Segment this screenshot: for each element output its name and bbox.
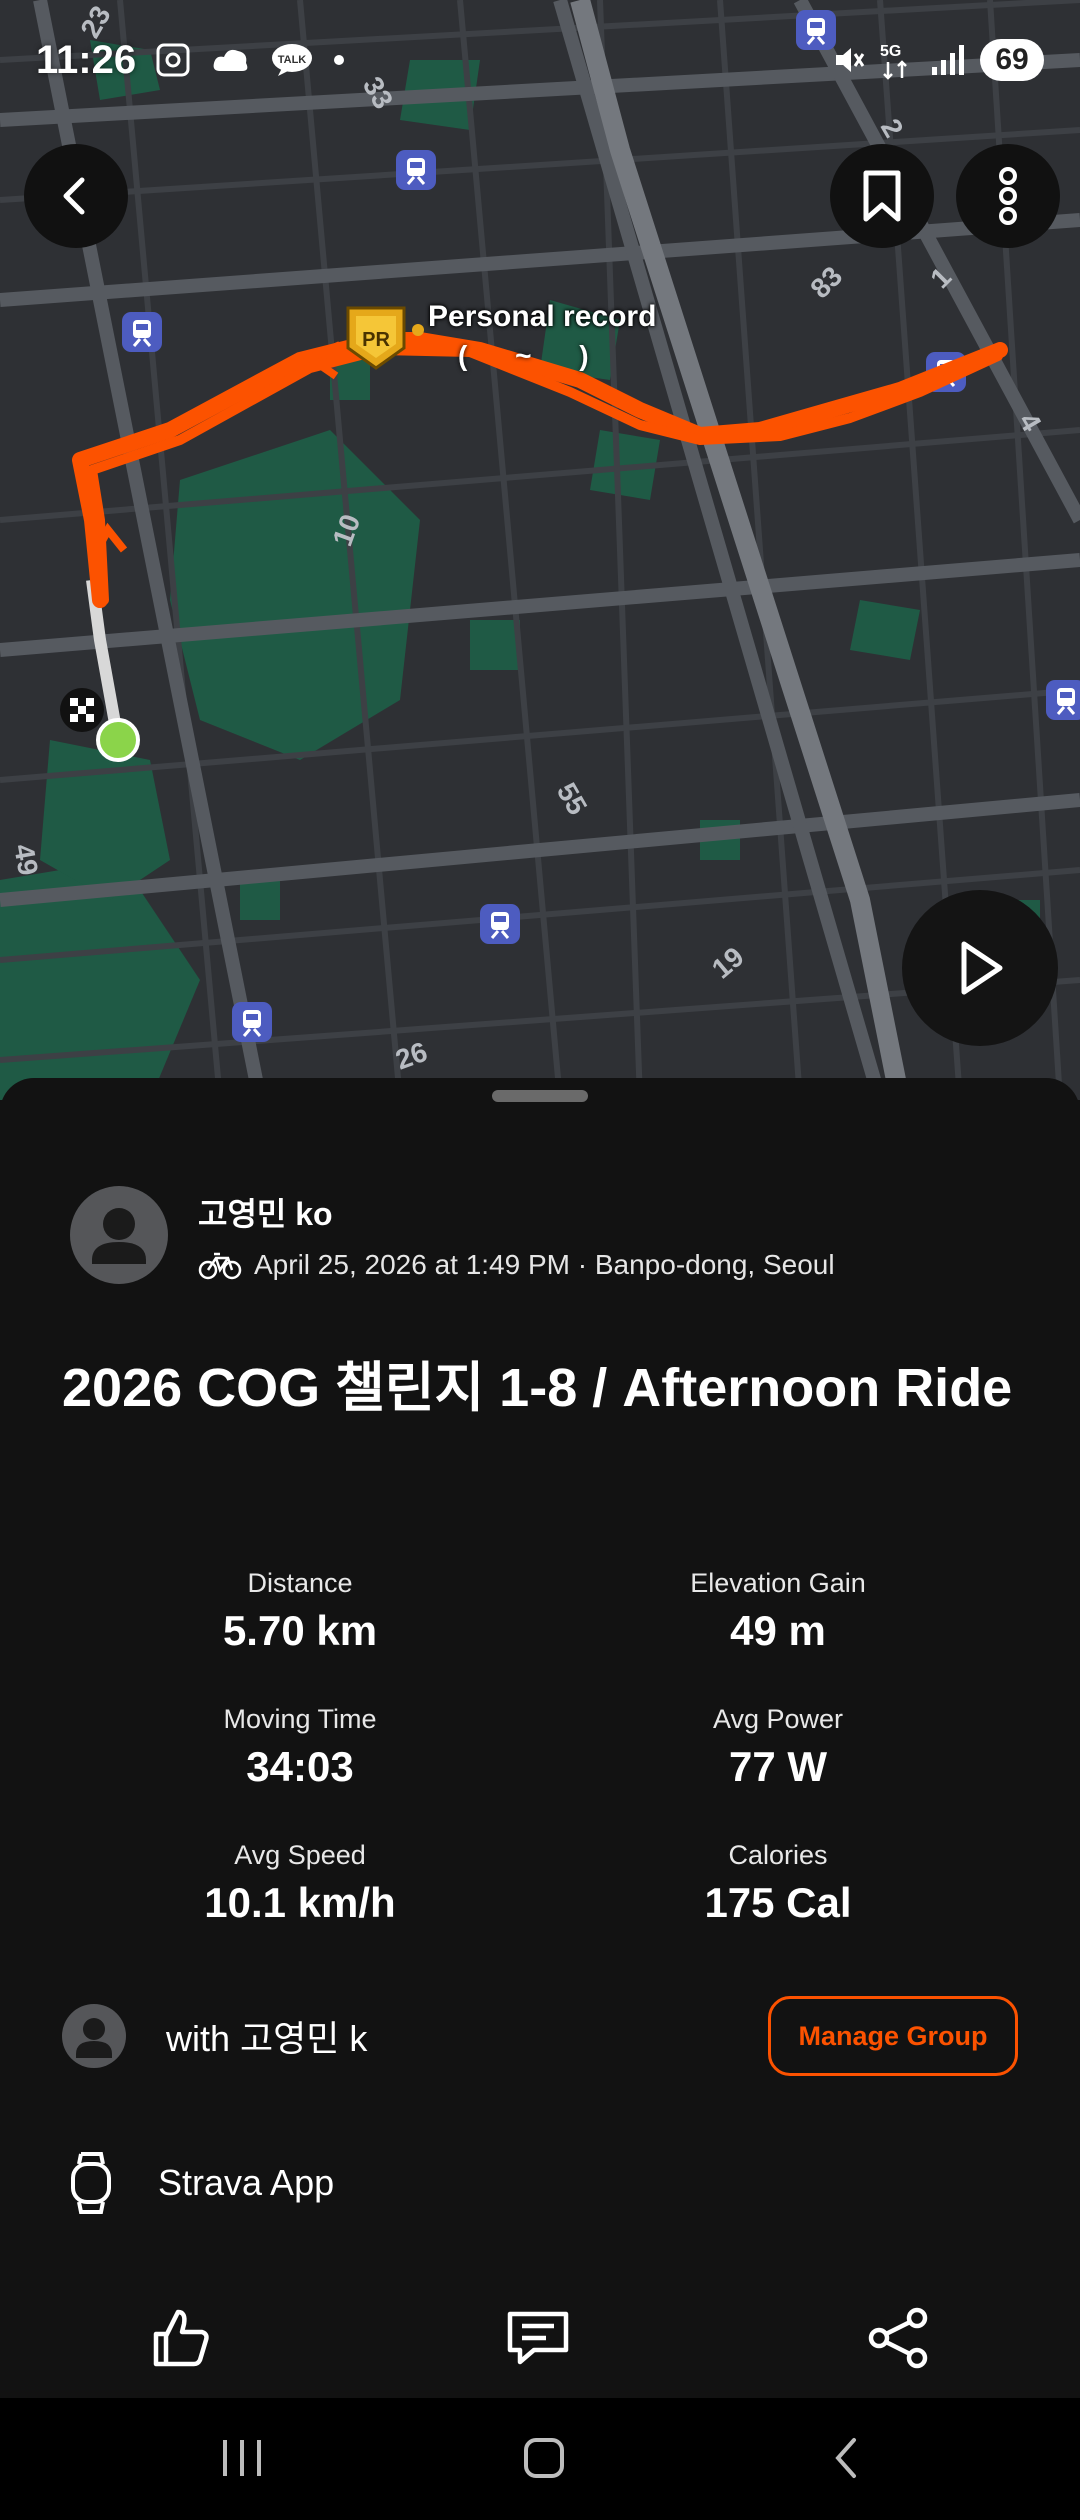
more-vertical-icon <box>999 167 1017 225</box>
stat-label: Avg Speed <box>234 1840 366 1870</box>
stat-elevation-gain: Elevation Gain 49 m <box>558 1568 998 1655</box>
athlete-header[interactable]: 고영민 ko April 25, 2026 at 1:49 PM · Banpo… <box>70 1186 835 1284</box>
home-icon <box>524 2438 564 2478</box>
status-time: 11:26 <box>36 37 137 82</box>
activity-date-location: April 25, 2026 at 1:49 PM · Banpo-dong, … <box>254 1249 835 1280</box>
play-flyover-button[interactable] <box>902 890 1058 1046</box>
finish-flag-icon <box>60 688 104 732</box>
stat-label: Moving Time <box>223 1704 377 1734</box>
activity-meta: April 25, 2026 at 1:49 PM · Banpo-dong, … <box>198 1249 835 1281</box>
stat-label: Calories <box>728 1840 828 1870</box>
svg-text:55: 55 <box>551 778 593 820</box>
stat-distance: Distance 5.70 km <box>80 1568 520 1655</box>
pr-dot-icon <box>412 324 424 336</box>
recent-apps-icon <box>223 2440 261 2476</box>
screenshot-icon <box>154 41 192 79</box>
talk-icon: TALK <box>270 42 314 78</box>
group-with-text[interactable]: with 고영민 k <box>166 2010 768 2062</box>
nav-back-button[interactable] <box>786 2418 906 2498</box>
dot-icon <box>332 53 346 67</box>
stat-label: Avg Power <box>712 1704 844 1734</box>
stat-moving-time: Moving Time 34:03 <box>80 1704 520 1791</box>
stat-label: Elevation Gain <box>690 1568 866 1598</box>
status-right: 5G 69 <box>830 39 1044 81</box>
svg-text:83: 83 <box>804 260 848 304</box>
svg-text:19: 19 <box>706 941 750 985</box>
station-icon <box>122 312 162 352</box>
route-map[interactable]: 23 33 2 83 1 4 10 55 19 26 49 PR Persona… <box>0 0 1080 1100</box>
stat-avg-power: Avg Power 77 W <box>558 1704 998 1791</box>
kudos-button[interactable] <box>130 2288 230 2388</box>
station-icon <box>396 150 436 190</box>
comment-icon <box>507 2311 569 2365</box>
mute-icon <box>830 42 866 78</box>
pr-badge-text: PR <box>362 329 390 351</box>
battery-icon: 69 <box>980 39 1044 81</box>
stat-value: 49 m <box>730 1607 826 1654</box>
weather-icon <box>210 43 252 77</box>
stat-label: Distance <box>247 1568 353 1598</box>
more-options-button[interactable] <box>956 144 1060 248</box>
group-activity-row: with 고영민 k Manage Group <box>62 1994 1018 2078</box>
start-marker-icon <box>96 718 140 762</box>
signal-icon <box>930 43 966 77</box>
stat-value: 77 W <box>728 1743 828 1790</box>
thumbs-up-icon <box>153 2309 209 2367</box>
person-icon <box>76 2018 112 2058</box>
personal-record-range: ( ~ ) <box>458 340 609 371</box>
stat-value: 34:03 <box>246 1743 354 1790</box>
stat-value: 10.1 km/h <box>204 1879 396 1926</box>
stat-avg-speed: Avg Speed 10.1 km/h <box>80 1840 520 1927</box>
share-button[interactable] <box>848 2288 948 2388</box>
status-left: 11:26 TALK <box>36 38 346 83</box>
activity-screen: 23 33 2 83 1 4 10 55 19 26 49 PR Persona… <box>0 0 1080 2520</box>
activity-detail-sheet: 고영민 ko April 25, 2026 at 1:49 PM · Banpo… <box>0 1078 1080 2398</box>
person-icon <box>92 1208 146 1264</box>
home-button[interactable] <box>484 2418 604 2498</box>
device-name: Strava App <box>158 2162 335 2203</box>
group-member-avatar[interactable] <box>62 2004 126 2068</box>
social-actions <box>0 2288 1080 2398</box>
stat-value: 5.70 km <box>222 1607 378 1654</box>
system-navigation-bar <box>0 2398 1080 2520</box>
network-5g-icon: 5G <box>880 40 916 80</box>
comment-button[interactable] <box>488 2288 588 2388</box>
back-button[interactable] <box>24 144 128 248</box>
stat-calories: Calories 175 Cal <box>558 1840 998 1927</box>
svg-text:TALK: TALK <box>278 54 307 66</box>
station-icon <box>1046 680 1080 720</box>
device-row: Strava App <box>66 2150 334 2216</box>
drag-handle[interactable] <box>492 1090 588 1102</box>
back-arrow-icon <box>63 177 85 215</box>
athlete-name[interactable]: 고영민 ko <box>198 1189 835 1235</box>
station-icon <box>480 904 520 944</box>
activity-title: 2026 COG 챌린지 1-8 / Afternoon Ride <box>62 1358 1013 1418</box>
bookmark-button[interactable] <box>830 144 934 248</box>
back-icon <box>835 2438 856 2478</box>
athlete-avatar[interactable] <box>70 1186 168 1284</box>
station-icon <box>232 1002 272 1042</box>
status-bar: 11:26 TALK 5G 69 <box>0 0 1080 120</box>
personal-record-label: Personal record <box>428 300 657 333</box>
share-icon <box>868 2307 928 2369</box>
play-icon <box>961 941 1003 995</box>
bike-icon <box>198 1252 242 1280</box>
svg-text:49: 49 <box>8 842 44 878</box>
recent-apps-button[interactable] <box>182 2418 302 2498</box>
stat-value: 175 Cal <box>704 1879 852 1926</box>
watch-icon <box>71 2152 111 2214</box>
bookmark-icon <box>863 170 901 222</box>
manage-group-button[interactable]: Manage Group <box>768 1996 1018 2076</box>
athlete-info: 고영민 ko April 25, 2026 at 1:49 PM · Banpo… <box>198 1189 835 1281</box>
svg-text:5G: 5G <box>880 43 901 60</box>
